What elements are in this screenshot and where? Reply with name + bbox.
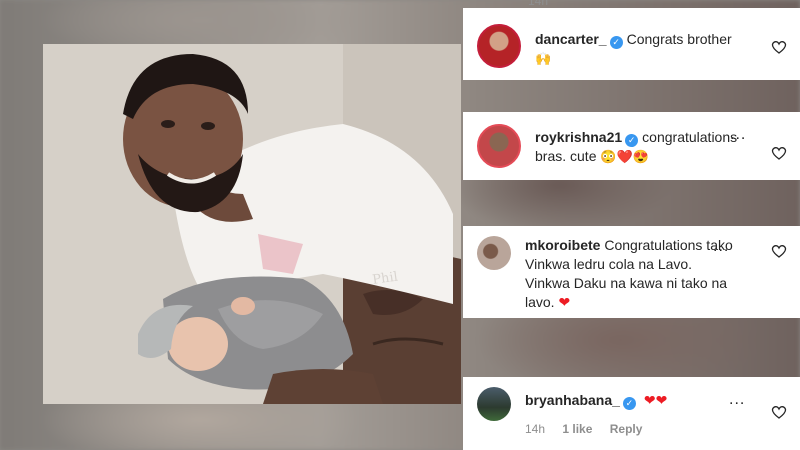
red-heart-icon: ❤ xyxy=(643,392,656,408)
like-heart-icon[interactable] xyxy=(770,403,788,421)
comment-username[interactable]: dancarter_ xyxy=(535,31,607,47)
post-photo: Phil xyxy=(43,44,461,404)
avatar[interactable] xyxy=(477,24,521,68)
comment-text: congratulations xyxy=(642,129,738,145)
like-heart-icon[interactable] xyxy=(770,242,788,260)
like-heart-icon[interactable] xyxy=(770,144,788,162)
previous-comment-timestamp: 14h xyxy=(528,0,549,8)
comment-text-line3: Vinkwa Daku na kawa ni tako na xyxy=(525,275,728,291)
comment-card: dancarter_ ✓ Congrats brother 🙌 xyxy=(463,8,800,80)
comment-timestamp: 14h xyxy=(525,422,546,436)
avatar[interactable] xyxy=(477,124,521,168)
verified-badge-icon: ✓ xyxy=(625,134,639,147)
comment-text-continued: bras. cute xyxy=(535,148,597,164)
comment-username[interactable]: mkoroibete xyxy=(525,237,600,253)
comment-username[interactable]: roykrishna21 xyxy=(535,129,622,145)
red-heart-icon: ❤ xyxy=(558,294,571,310)
avatar[interactable] xyxy=(477,236,511,270)
more-options-icon[interactable]: ... xyxy=(730,126,746,144)
verified-badge-icon: ✓ xyxy=(622,397,636,410)
comment-card: bryanhabana_ ✓ ❤❤ 14h 1 like Reply ... xyxy=(463,377,800,450)
comment-meta: 14h 1 like Reply xyxy=(525,420,764,439)
verified-badge-icon: ✓ xyxy=(609,36,623,49)
red-heart-icon: ❤ xyxy=(655,392,668,408)
avatar[interactable] xyxy=(477,387,511,421)
comment-username[interactable]: bryanhabana_ xyxy=(525,392,620,408)
comment-text-line4: lavo. xyxy=(525,294,555,310)
reply-button[interactable]: Reply xyxy=(610,422,643,436)
comment-card: roykrishna21 ✓ congratulations bras. cute … xyxy=(463,112,800,180)
comment-emoji: 🙌 xyxy=(535,51,552,66)
more-options-icon[interactable]: ... xyxy=(729,391,745,409)
more-options-icon[interactable]: ... xyxy=(713,238,729,256)
likes-count[interactable]: 1 like xyxy=(562,422,592,436)
like-heart-icon[interactable] xyxy=(770,38,788,56)
comment-text-line2: Vinkwa ledru cola na Lavo. xyxy=(525,256,693,272)
comment-text: Congrats brother xyxy=(626,31,732,47)
comment-emoji: 😳❤️😍 xyxy=(600,149,649,164)
comment-card: mkoroibete Congratulations tako Vinkwa l… xyxy=(463,226,800,318)
